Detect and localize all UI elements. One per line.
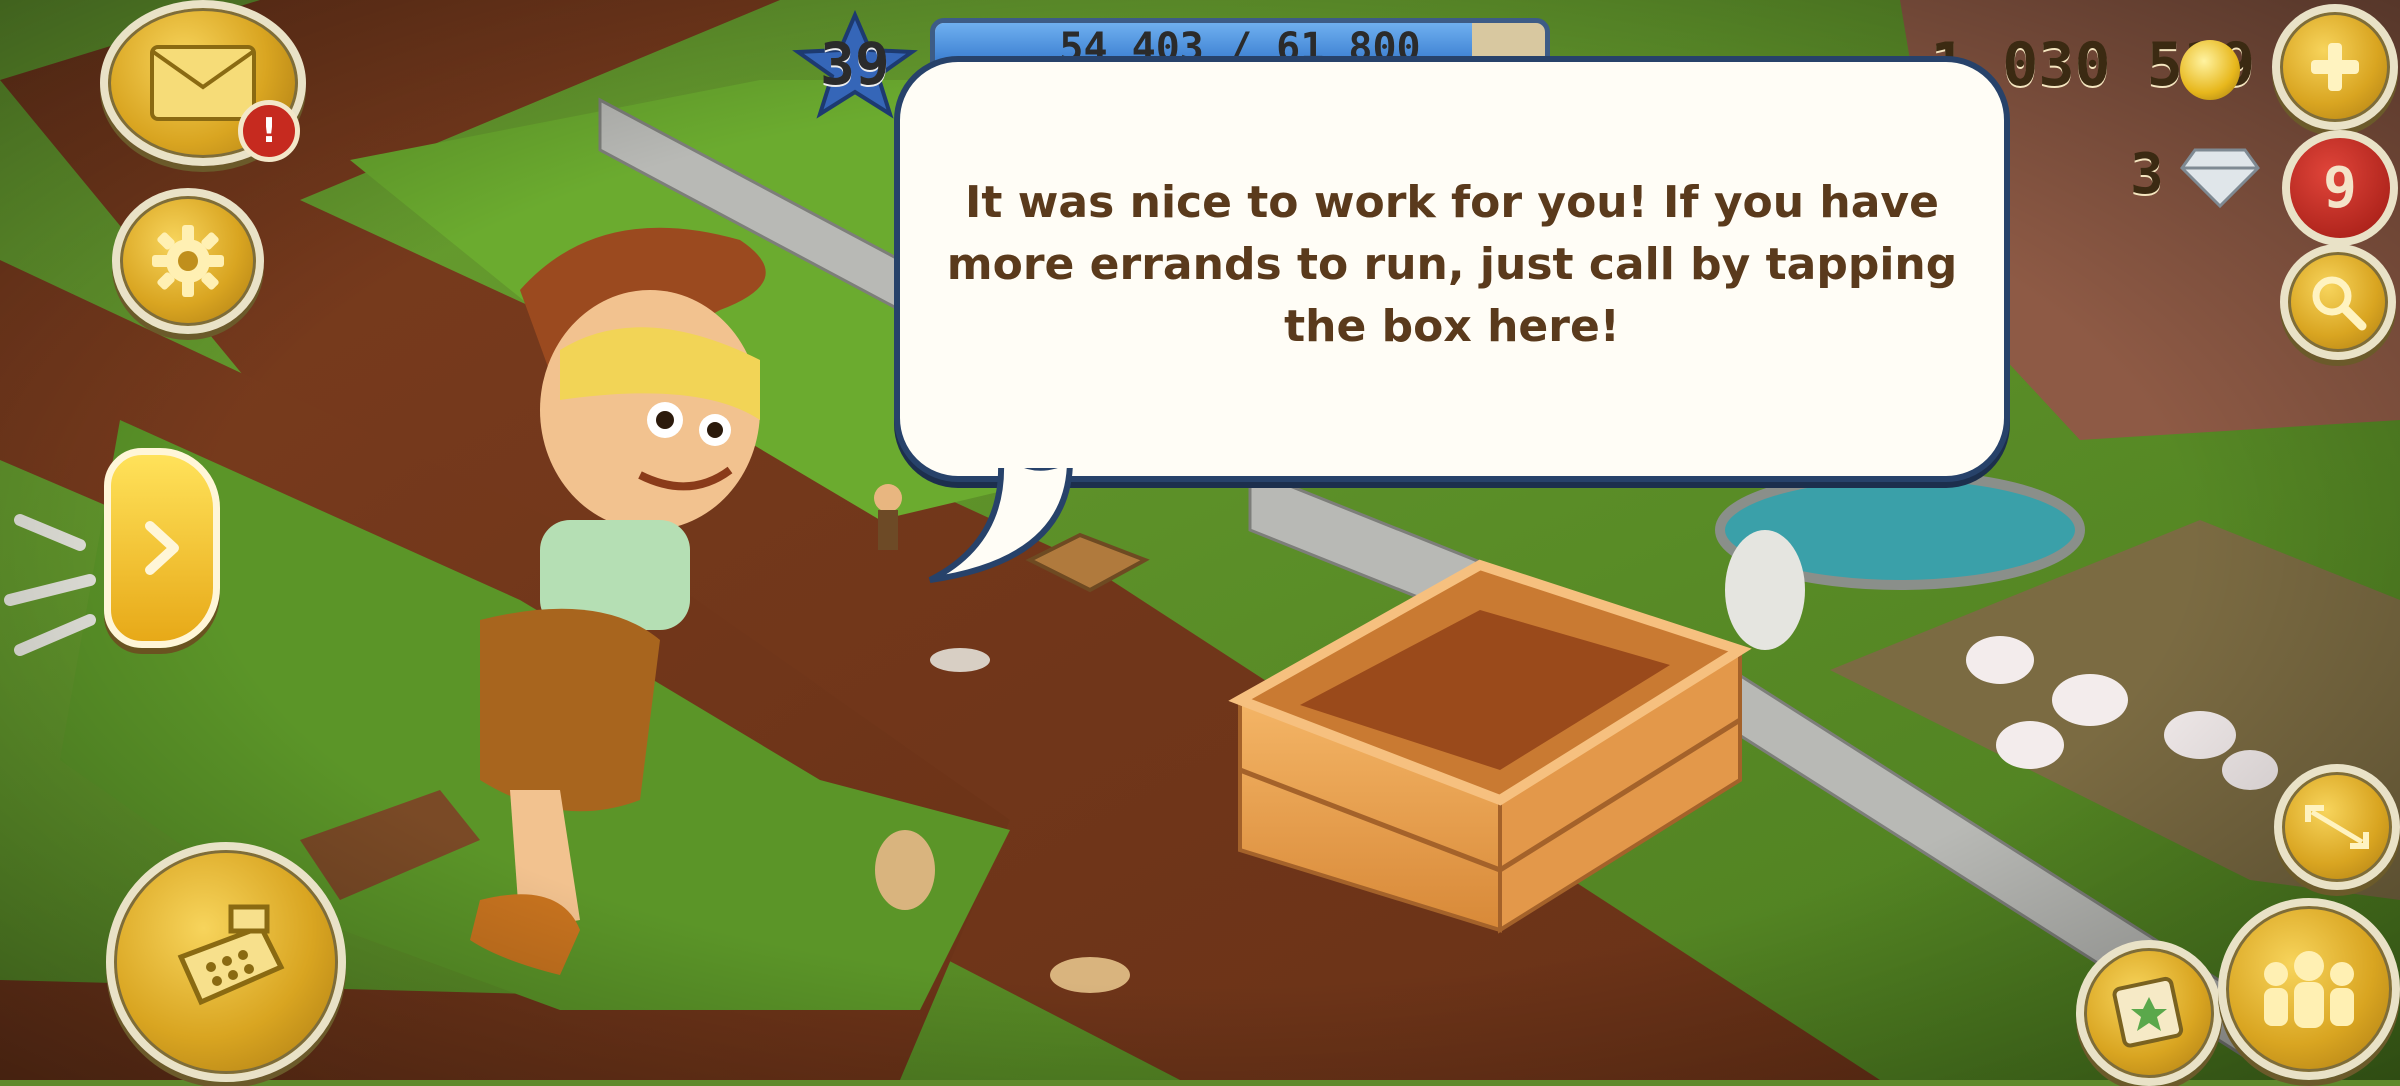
dialog-bubble-tail bbox=[928, 440, 1078, 583]
mail-alert-mark: ! bbox=[261, 111, 277, 151]
expand-button[interactable] bbox=[2274, 764, 2400, 890]
cash-register-icon bbox=[177, 904, 285, 1006]
gear-icon bbox=[152, 225, 224, 297]
notification-count: 9 bbox=[2323, 155, 2357, 221]
settings-button[interactable] bbox=[112, 188, 264, 334]
people-icon bbox=[2264, 951, 2354, 1028]
add-coins-button[interactable] bbox=[2272, 4, 2398, 130]
envelope-icon bbox=[150, 45, 256, 121]
coin-icon bbox=[2180, 40, 2240, 100]
map-card-button[interactable] bbox=[2076, 940, 2222, 1086]
notification-badge[interactable]: 9 bbox=[2282, 130, 2398, 246]
magnifier-icon bbox=[2312, 276, 2367, 331]
friends-button[interactable] bbox=[2218, 898, 2400, 1080]
map-card-icon bbox=[2112, 976, 2184, 1048]
chevron-right-icon bbox=[145, 521, 179, 575]
diamond-count: 3 bbox=[2130, 142, 2164, 207]
next-tab-button[interactable] bbox=[104, 448, 220, 648]
mail-alert-badge: ! bbox=[238, 100, 300, 162]
search-button[interactable] bbox=[2280, 244, 2396, 360]
dialog-bubble[interactable]: It was nice to work for you! If you have… bbox=[894, 56, 2010, 482]
shop-button[interactable] bbox=[106, 842, 346, 1082]
dialog-message: It was nice to work for you! If you have… bbox=[946, 177, 1958, 352]
diamond-icon bbox=[2180, 148, 2260, 209]
expand-icon bbox=[2305, 805, 2369, 849]
level-number: 39 bbox=[820, 30, 890, 98]
plus-icon bbox=[2311, 43, 2359, 91]
